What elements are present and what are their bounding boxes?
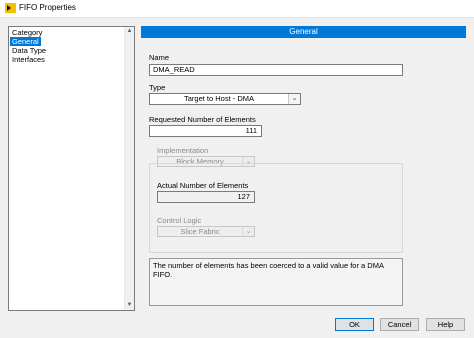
scroll-down-arrow-icon[interactable]: ▼ xyxy=(125,301,134,310)
implementation-group xyxy=(149,163,403,253)
category-item-interfaces[interactable]: Interfaces xyxy=(10,55,125,64)
requested-elements-label: Requested Number of Elements xyxy=(149,115,256,124)
scroll-up-arrow-icon[interactable]: ▲ xyxy=(125,27,134,36)
requested-elements-input[interactable]: 111 xyxy=(149,125,262,137)
section-header-general: General xyxy=(141,26,466,38)
control-logic-dropdown-value: Slice Fabric xyxy=(180,227,220,236)
category-list[interactable]: Category General Data Type Interfaces ▲ … xyxy=(8,26,135,311)
chevron-down-icon: ⌄ xyxy=(242,227,254,236)
fifo-properties-dialog: FIFO Properties Category General Data Ty… xyxy=(0,0,474,338)
category-scrollbar[interactable]: ▲ ▼ xyxy=(124,27,134,310)
name-input[interactable]: DMA_READ xyxy=(149,64,403,76)
cancel-button[interactable]: Cancel xyxy=(380,318,419,331)
control-logic-label: Control Logic xyxy=(157,216,202,225)
help-button[interactable]: Help xyxy=(426,318,465,331)
category-list-header: Category xyxy=(12,28,43,37)
title-bar: FIFO Properties xyxy=(0,0,474,18)
name-label: Name xyxy=(149,53,170,62)
chevron-down-icon[interactable]: ⌄ xyxy=(288,94,300,104)
type-label: Type xyxy=(149,83,166,92)
category-item-data-type[interactable]: Data Type xyxy=(10,46,125,55)
control-logic-dropdown: Slice Fabric ⌄ xyxy=(157,226,255,237)
type-dropdown-value: Target to Host - DMA xyxy=(183,94,255,103)
window-title: FIFO Properties xyxy=(19,3,76,12)
actual-elements-label: Actual Number of Elements xyxy=(157,181,249,190)
ok-button[interactable]: OK xyxy=(335,318,374,331)
type-dropdown[interactable]: Target to Host - DMA ⌄ xyxy=(149,93,301,105)
category-item-general[interactable]: General xyxy=(10,37,41,46)
actual-elements-field: 127 xyxy=(157,191,255,203)
implementation-label: Implementation xyxy=(157,146,209,155)
labview-icon xyxy=(5,3,16,13)
status-message-box: The number of elements has been coerced … xyxy=(149,258,403,306)
